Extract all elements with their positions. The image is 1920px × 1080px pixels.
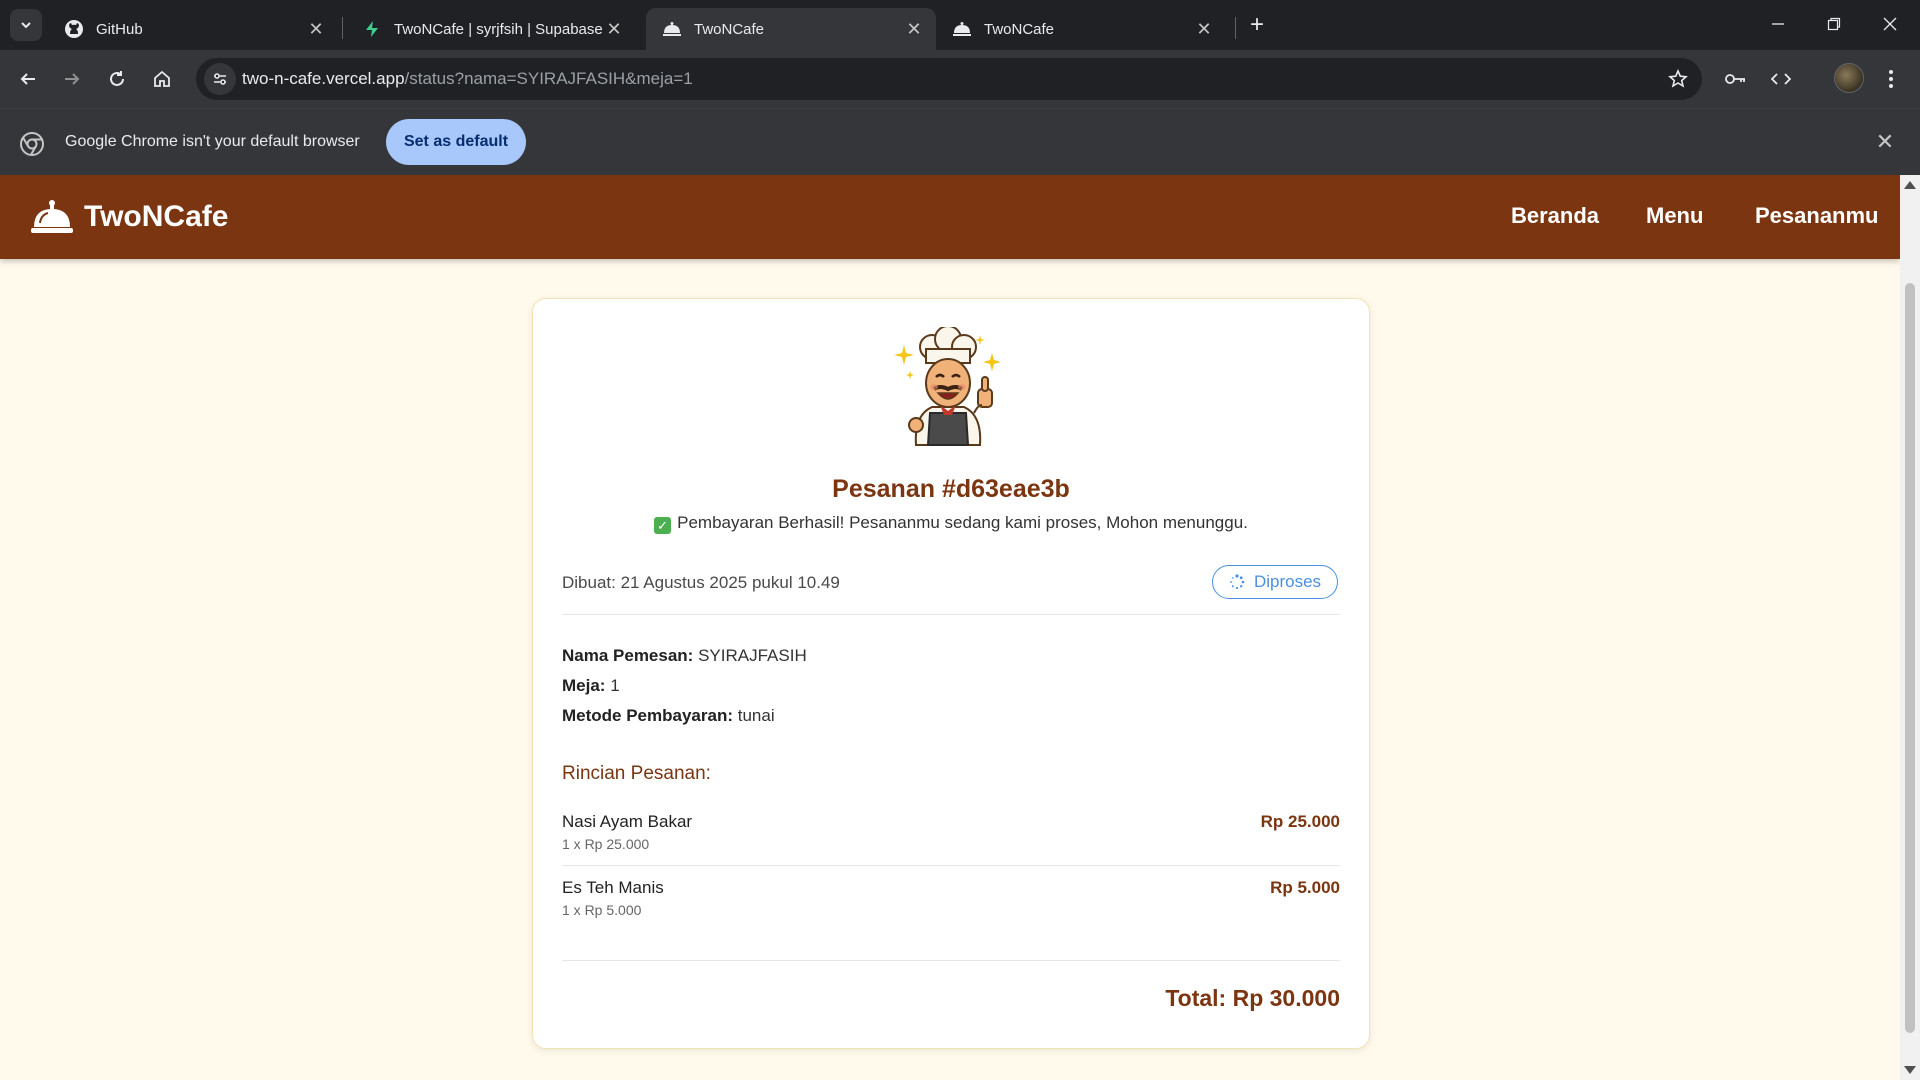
- minimize-button[interactable]: [1750, 0, 1806, 48]
- nav-beranda[interactable]: Beranda: [1511, 203, 1599, 229]
- item-qty-price: 1 x Rp 25.000: [562, 836, 650, 852]
- close-icon: [1883, 17, 1897, 31]
- chef-mascot-image: [894, 327, 1001, 446]
- success-text: Pembayaran Berhasil! Pesananmu sedang ka…: [677, 513, 1248, 532]
- payment-value: tunai: [737, 706, 775, 725]
- reload-icon: [110, 71, 124, 86]
- set-as-default-button[interactable]: Set as default: [386, 119, 526, 165]
- home-icon: [154, 70, 170, 87]
- divider: [562, 614, 1340, 615]
- page-scrollbar[interactable]: [1900, 175, 1920, 1080]
- reload-button[interactable]: [101, 63, 133, 95]
- payment-method-line: Metode Pembayaran: tunai: [562, 706, 775, 726]
- item-subtotal: Rp 25.000: [1260, 812, 1340, 831]
- page-viewport: TwoNCafe Beranda Menu Pesananmu Pesanan …: [0, 175, 1900, 1080]
- password-key-button[interactable]: [1720, 63, 1752, 95]
- forward-button[interactable]: [56, 63, 88, 95]
- scroll-down-arrow[interactable]: [1904, 1066, 1916, 1074]
- menu-button[interactable]: [1875, 63, 1907, 95]
- item-subtotal: Rp 5.000: [1270, 878, 1340, 897]
- tab-github[interactable]: GitHub ✕: [48, 8, 338, 50]
- brand[interactable]: TwoNCafe: [30, 195, 228, 239]
- supabase-icon: [362, 19, 382, 39]
- more-vert-icon: [1889, 70, 1893, 88]
- bookmark-star-icon[interactable]: [1666, 67, 1690, 91]
- tab-title: TwoNCafe: [694, 20, 765, 38]
- infobar-close-icon[interactable]: ✕: [1872, 129, 1898, 155]
- tab-strip: GitHub ✕ TwoNCafe | syrjfsih | Supabase …: [0, 0, 1920, 50]
- default-browser-infobar: Google Chrome isn't your default browser…: [0, 108, 1920, 175]
- table-label: Meja:: [562, 676, 606, 695]
- payment-label: Metode Pembayaran:: [562, 706, 733, 725]
- infobar-message: Google Chrome isn't your default browser: [65, 133, 360, 150]
- item-name: Nasi Ayam Bakar: [562, 812, 693, 831]
- chevron-down-icon: [21, 22, 31, 29]
- divider: [562, 960, 1340, 961]
- nav-pesananmu[interactable]: Pesananmu: [1755, 203, 1879, 229]
- site-navbar: TwoNCafe Beranda Menu Pesananmu: [0, 175, 1900, 259]
- close-window-button[interactable]: [1862, 0, 1918, 48]
- new-tab-button[interactable]: +: [1243, 11, 1271, 39]
- order-total: Total: Rp 30.000: [1165, 985, 1340, 1011]
- order-title: Pesanan #d63eae3b: [832, 475, 1070, 503]
- url-domain: two-n-cafe.vercel.app: [242, 69, 405, 88]
- code-icon: [1771, 73, 1791, 85]
- close-icon[interactable]: ✕: [602, 17, 626, 41]
- profile-avatar[interactable]: [1834, 63, 1864, 93]
- tab-twoncafe-active[interactable]: TwoNCafe ✕: [646, 8, 936, 50]
- tab-title: TwoNCafe | syrjfsih | Supabase: [394, 20, 602, 38]
- home-button[interactable]: [146, 63, 178, 95]
- site-info-button[interactable]: [204, 63, 236, 95]
- close-icon[interactable]: ✕: [902, 17, 926, 41]
- close-icon[interactable]: ✕: [1192, 17, 1216, 41]
- tab-search-button[interactable]: [10, 9, 42, 41]
- plus-icon: +: [1249, 11, 1264, 38]
- order-status-card: Pesanan #d63eae3b ✓ Pembayaran Berhasil! …: [532, 298, 1370, 1049]
- chrome-icon: [20, 132, 44, 156]
- item-qty-price: 1 x Rp 5.000: [562, 902, 642, 918]
- browser-toolbar: two-n-cafe.vercel.app/status?nama=SYIRAJ…: [0, 50, 1920, 108]
- minimize-icon: [1772, 23, 1784, 25]
- brand-name: TwoNCafe: [84, 200, 229, 233]
- created-timestamp: Dibuat: 21 Agustus 2025 pukul 10.49: [562, 573, 840, 592]
- table-line: Meja: 1: [562, 676, 620, 696]
- restore-icon: [1827, 17, 1841, 31]
- back-button[interactable]: [12, 63, 44, 95]
- tab-supabase[interactable]: TwoNCafe | syrjfsih | Supabase ✕: [346, 8, 636, 50]
- devtools-button[interactable]: [1765, 63, 1797, 95]
- tab-separator: [342, 17, 343, 39]
- item-name: Es Teh Manis: [562, 878, 664, 897]
- arrow-left-icon: [20, 73, 35, 85]
- nav-menu[interactable]: Menu: [1646, 203, 1703, 229]
- key-icon: [1725, 74, 1745, 84]
- payment-success-message: ✓ Pembayaran Berhasil! Pesananmu sedang k…: [533, 513, 1369, 534]
- customer-label: Nama Pemesan:: [562, 646, 694, 665]
- cloche-logo-icon: [31, 200, 73, 233]
- status-label: Diproses: [1253, 572, 1322, 591]
- status-badge: Diproses: [1212, 565, 1338, 599]
- url-text: two-n-cafe.vercel.app/status?nama=SYIRAJ…: [242, 69, 693, 89]
- customer-value: SYIRAJFASIH: [698, 646, 807, 665]
- divider: [562, 865, 1340, 866]
- arrow-right-icon: [65, 73, 80, 85]
- tab-separator: [1235, 17, 1236, 39]
- check-box-icon: ✓: [654, 517, 672, 534]
- tab-title: GitHub: [96, 20, 143, 38]
- order-details-heading: Rincian Pesanan:: [562, 763, 711, 784]
- cloche-icon: [662, 19, 682, 39]
- tab-twoncafe[interactable]: TwoNCafe ✕: [936, 8, 1226, 50]
- close-icon[interactable]: ✕: [304, 17, 328, 41]
- tune-icon: [214, 73, 226, 85]
- restore-button[interactable]: [1806, 0, 1862, 48]
- url-path: /status?nama=SYIRAJFASIH&meja=1: [404, 69, 693, 88]
- scroll-thumb[interactable]: [1905, 283, 1915, 1033]
- address-bar[interactable]: two-n-cafe.vercel.app/status?nama=SYIRAJ…: [196, 58, 1702, 100]
- tab-title: TwoNCafe: [984, 20, 1055, 38]
- cloche-icon: [952, 19, 972, 39]
- customer-name-line: Nama Pemesan: SYIRAJFASIH: [562, 646, 807, 666]
- github-icon: [64, 19, 84, 39]
- spinner-icon: [1230, 574, 1245, 590]
- table-value: 1: [610, 676, 620, 695]
- scroll-up-arrow[interactable]: [1904, 181, 1916, 189]
